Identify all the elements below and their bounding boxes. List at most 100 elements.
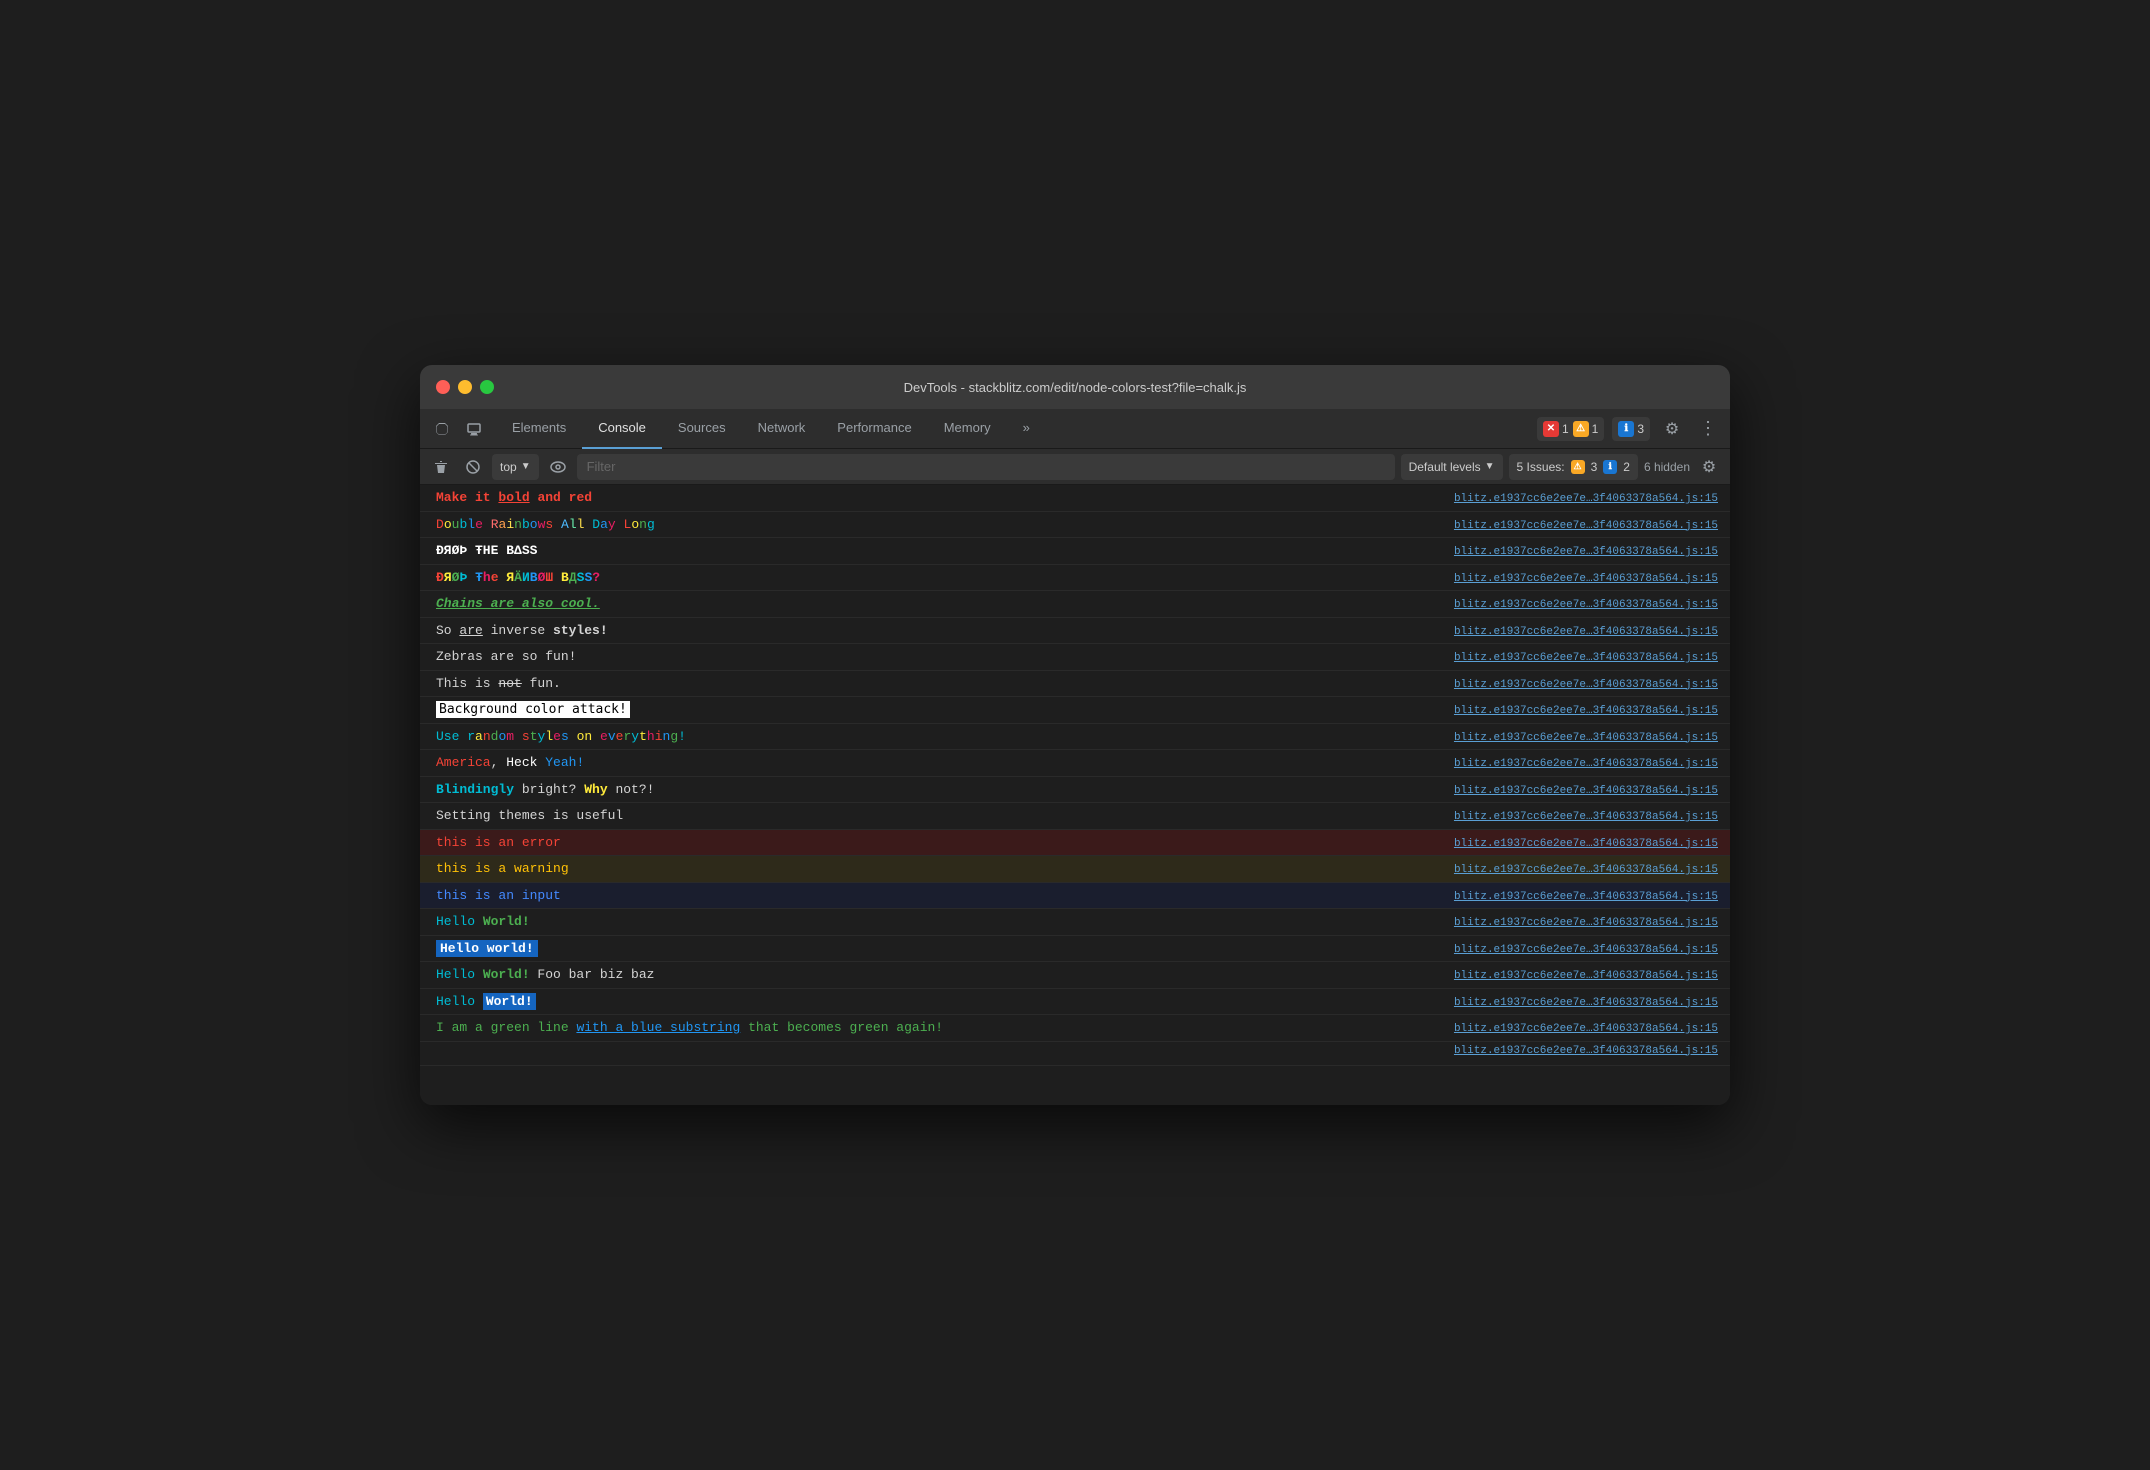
title-bar: DevTools - stackblitz.com/edit/node-colo… [420, 365, 1730, 409]
log-row: Hello World! blitz.e1937cc6e2ee7e…3f4063… [420, 909, 1730, 936]
issues-info-count: 2 [1623, 460, 1630, 474]
log-message: Make it bold and red [436, 488, 1434, 508]
log-source[interactable]: blitz.e1937cc6e2ee7e…3f4063378a564.js:15 [1454, 1023, 1718, 1035]
issues-button[interactable]: 5 Issues: ⚠ 3 ℹ 2 [1509, 454, 1638, 480]
close-button[interactable] [436, 380, 450, 394]
log-source[interactable]: blitz.e1937cc6e2ee7e…3f4063378a564.js:15 [1454, 652, 1718, 664]
console-output[interactable]: Make it bold and red blitz.e1937cc6e2ee7… [420, 485, 1730, 1105]
warn-badge: ⚠ 1 [1573, 421, 1599, 437]
minimize-button[interactable] [458, 380, 472, 394]
log-message: Double Rainbows All Day Long [436, 515, 1434, 535]
tab-icons [428, 415, 488, 443]
log-message: I am a green line with a blue substring … [436, 1018, 1434, 1038]
log-message: Blindingly bright? Why not?! [436, 780, 1434, 800]
log-source[interactable]: blitz.e1937cc6e2ee7e…3f4063378a564.js:15 [1454, 493, 1718, 505]
top-label: top [500, 460, 517, 474]
issues-warn-count: 3 [1591, 460, 1598, 474]
log-source[interactable]: blitz.e1937cc6e2ee7e…3f4063378a564.js:15 [1454, 626, 1718, 638]
log-message: ÐЯØÞ Ŧhе ЯÄИBØШ BДSS? [436, 568, 1434, 588]
tab-right-controls: ✕ 1 ⚠ 1 ℹ 3 ⚙ ⋮ [1537, 415, 1722, 443]
info-badge: ℹ 3 [1618, 421, 1644, 437]
log-message: Hello World! Foo bar biz baz [436, 965, 1434, 985]
log-row: Background color attack! blitz.e1937cc6e… [420, 697, 1730, 724]
log-row: Hello world! blitz.e1937cc6e2ee7e…3f4063… [420, 936, 1730, 963]
log-row: ÐЯØÞ Ŧhе ЯÄИBØШ BДSS? blitz.e1937cc6e2ee… [420, 565, 1730, 592]
levels-dropdown-icon: ▼ [1485, 461, 1495, 472]
error-icon: ✕ [1543, 421, 1559, 437]
log-source[interactable]: blitz.e1937cc6e2ee7e…3f4063378a564.js:15 [1454, 758, 1718, 770]
settings-icon[interactable]: ⚙ [1658, 415, 1686, 443]
log-source[interactable]: blitz.e1937cc6e2ee7e…3f4063378a564.js:15 [1454, 997, 1718, 1009]
log-row: ÐЯØÞ ŦΗЕ BΔSS blitz.e1937cc6e2ee7e…3f406… [420, 538, 1730, 565]
filter-input[interactable] [577, 454, 1395, 480]
log-source[interactable]: blitz.e1937cc6e2ee7e…3f4063378a564.js:15 [1454, 785, 1718, 797]
log-message: Hello world! [436, 939, 1434, 959]
log-message: So are inverse styles! [436, 621, 1434, 641]
tab-more[interactable]: » [1007, 409, 1046, 449]
log-message: Background color attack! [436, 700, 1434, 720]
log-message: ÐЯØÞ ŦΗЕ BΔSS [436, 541, 1434, 561]
log-row-input: this is an input blitz.e1937cc6e2ee7e…3f… [420, 883, 1730, 910]
eye-icon[interactable] [545, 454, 571, 480]
inspect-icon[interactable] [428, 415, 456, 443]
maximize-button[interactable] [480, 380, 494, 394]
error-badge-group[interactable]: ✕ 1 ⚠ 1 [1537, 417, 1604, 441]
console-settings-icon[interactable]: ⚙ [1696, 454, 1722, 480]
block-icon[interactable] [460, 454, 486, 480]
log-message: This is not fun. [436, 674, 1434, 694]
tabs: Elements Console Sources Network Perform… [496, 409, 1537, 449]
log-row: Use random styles on everything! blitz.e… [420, 724, 1730, 751]
log-row: Chains are also cool. blitz.e1937cc6e2ee… [420, 591, 1730, 618]
log-row: Hello World! blitz.e1937cc6e2ee7e…3f4063… [420, 989, 1730, 1016]
log-source[interactable]: blitz.e1937cc6e2ee7e…3f4063378a564.js:15 [1454, 705, 1718, 717]
log-source[interactable]: blitz.e1937cc6e2ee7e…3f4063378a564.js:15 [1454, 944, 1718, 956]
error-badge: ✕ 1 [1543, 421, 1569, 437]
log-message: Use random styles on everything! [436, 727, 1434, 747]
hidden-count: 6 hidden [1644, 460, 1690, 474]
tab-network[interactable]: Network [742, 409, 822, 449]
log-message: Hello World! [436, 992, 1434, 1012]
log-source[interactable]: blitz.e1937cc6e2ee7e…3f4063378a564.js:15 [1454, 970, 1718, 982]
issues-info-icon: ℹ [1603, 460, 1617, 474]
log-source[interactable]: blitz.e1937cc6e2ee7e…3f4063378a564.js:15 [1454, 573, 1718, 585]
log-row: blitz.e1937cc6e2ee7e…3f4063378a564.js:15 [420, 1042, 1730, 1066]
tab-sources[interactable]: Sources [662, 409, 742, 449]
log-source[interactable]: blitz.e1937cc6e2ee7e…3f4063378a564.js:15 [1454, 891, 1718, 903]
log-levels-button[interactable]: Default levels ▼ [1401, 454, 1503, 480]
log-source[interactable]: blitz.e1937cc6e2ee7e…3f4063378a564.js:15 [1454, 520, 1718, 532]
log-source[interactable]: blitz.e1937cc6e2ee7e…3f4063378a564.js:15 [1454, 732, 1718, 744]
log-source[interactable]: blitz.e1937cc6e2ee7e…3f4063378a564.js:15 [1454, 1045, 1718, 1057]
clear-console-icon[interactable] [428, 454, 454, 480]
window-title: DevTools - stackblitz.com/edit/node-colo… [904, 380, 1247, 395]
log-source[interactable]: blitz.e1937cc6e2ee7e…3f4063378a564.js:15 [1454, 864, 1718, 876]
log-source[interactable]: blitz.e1937cc6e2ee7e…3f4063378a564.js:15 [1454, 838, 1718, 850]
context-dropdown-icon: ▼ [521, 461, 531, 472]
tab-console[interactable]: Console [582, 409, 662, 449]
log-row: Blindingly bright? Why not?! blitz.e1937… [420, 777, 1730, 804]
tab-elements[interactable]: Elements [496, 409, 582, 449]
log-row: So are inverse styles! blitz.e1937cc6e2e… [420, 618, 1730, 645]
log-message: America, Heck Yeah! [436, 753, 1434, 773]
log-message: Chains are also cool. [436, 594, 1434, 614]
tab-performance[interactable]: Performance [821, 409, 927, 449]
log-row: Setting themes is useful blitz.e1937cc6e… [420, 803, 1730, 830]
log-source[interactable]: blitz.e1937cc6e2ee7e…3f4063378a564.js:15 [1454, 599, 1718, 611]
log-row-error: this is an error blitz.e1937cc6e2ee7e…3f… [420, 830, 1730, 857]
info-badge-group[interactable]: ℹ 3 [1612, 417, 1650, 441]
warn-icon: ⚠ [1573, 421, 1589, 437]
log-source[interactable]: blitz.e1937cc6e2ee7e…3f4063378a564.js:15 [1454, 679, 1718, 691]
log-source[interactable]: blitz.e1937cc6e2ee7e…3f4063378a564.js:15 [1454, 917, 1718, 929]
context-selector[interactable]: top ▼ [492, 454, 539, 480]
tab-memory[interactable]: Memory [928, 409, 1007, 449]
device-icon[interactable] [460, 415, 488, 443]
log-row: Double Rainbows All Day Long blitz.e1937… [420, 512, 1730, 539]
devtools-window: DevTools - stackblitz.com/edit/node-colo… [420, 365, 1730, 1105]
log-message: this is a warning [436, 859, 1434, 879]
log-source[interactable]: blitz.e1937cc6e2ee7e…3f4063378a564.js:15 [1454, 811, 1718, 823]
log-message: this is an input [436, 886, 1434, 906]
more-icon[interactable]: ⋮ [1694, 415, 1722, 443]
log-source[interactable]: blitz.e1937cc6e2ee7e…3f4063378a564.js:15 [1454, 546, 1718, 558]
error-count: 1 [1562, 422, 1569, 436]
log-message: Setting themes is useful [436, 806, 1434, 826]
log-row: This is not fun. blitz.e1937cc6e2ee7e…3f… [420, 671, 1730, 698]
